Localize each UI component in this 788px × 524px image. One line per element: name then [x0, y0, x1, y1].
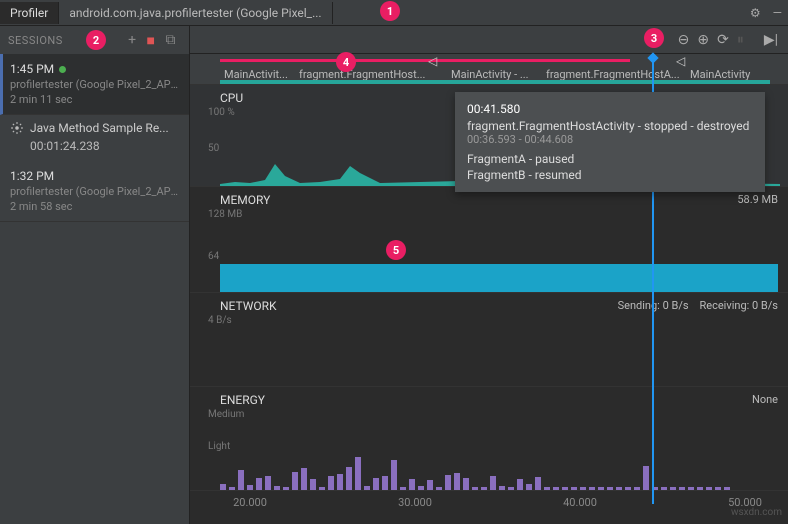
go-live-button[interactable]: ▶| — [764, 32, 778, 48]
add-session-button[interactable]: + — [123, 32, 141, 48]
zoom-fit-button[interactable]: ⟳ — [717, 32, 729, 48]
energy-y-medium: Medium — [208, 409, 244, 420]
memory-panel[interactable]: MEMORY 58.9 MB 128 MB 64 — [190, 186, 788, 292]
tooltip-fragment-b: FragmentB - resumed — [467, 168, 753, 182]
session-duration: 2 min 58 sec — [10, 200, 179, 213]
pause-button[interactable]: ⏸ — [737, 32, 744, 48]
time-tick-30: 30.000 — [398, 496, 432, 509]
back-triangle-icon: ◁ — [428, 54, 437, 68]
session-recording[interactable]: Java Method Sample Re... — [0, 115, 189, 141]
cpu-y-50: 50 — [208, 143, 219, 154]
callout-2: 2 — [86, 30, 106, 50]
session-item-1[interactable]: 1:32 PM profilertester (Google Pixel_2_A… — [0, 161, 189, 222]
tooltip-fragment-a: FragmentA - paused — [467, 152, 753, 166]
tooltip-range: 00:36.593 - 00:44.608 — [467, 133, 753, 146]
time-axis[interactable]: 20.000 30.000 40.000 50.000 — [190, 490, 788, 514]
minimize-icon[interactable]: — — [767, 2, 788, 24]
memory-y-128: 128 MB — [208, 209, 242, 220]
timeline-tooltip: 00:41.580 fragment.FragmentHostActivity … — [455, 92, 765, 192]
time-tick-20: 20.000 — [233, 496, 267, 509]
session-time: 1:45 PM — [10, 62, 54, 76]
time-tick-40: 40.000 — [563, 496, 597, 509]
energy-bars — [220, 448, 778, 490]
timeline-controls: ⊖ ⊕ ⟳ ⏸ ▶| — [190, 26, 788, 54]
energy-title: ENERGY — [220, 393, 265, 407]
expand-session-button[interactable]: ⧉ — [161, 32, 182, 48]
recording-time: 00:01:24.238 — [30, 139, 189, 161]
profiler-tab[interactable]: Profiler — [0, 2, 59, 24]
stop-session-button[interactable]: ■ — [142, 32, 161, 49]
network-receiving: Receiving: 0 B/s — [699, 299, 778, 312]
zoom-out-button[interactable]: ⊖ — [678, 32, 690, 48]
session-item-0[interactable]: 1:45 PM profilertester (Google Pixel_2_A… — [0, 54, 189, 115]
memory-area — [220, 264, 778, 292]
settings-gear-icon[interactable]: ⚙ — [744, 2, 767, 24]
memory-value: 58.9 MB — [737, 193, 778, 206]
back-triangle-icon: ◁ — [676, 54, 685, 68]
network-title: NETWORK — [220, 299, 277, 313]
memory-y-64: 64 — [208, 251, 219, 262]
session-subtitle: profilertester (Google Pixel_2_API... — [10, 78, 179, 91]
live-dot-icon — [59, 66, 66, 73]
energy-value: None — [752, 393, 778, 406]
session-time: 1:32 PM — [10, 169, 54, 183]
energy-panel[interactable]: ENERGY None Medium Light — [190, 386, 788, 490]
session-subtitle: profilertester (Google Pixel_2_API... — [10, 185, 179, 198]
tooltip-time: 00:41.580 — [467, 102, 753, 116]
activity-track[interactable]: ◁ ◁ MainActivit... fragment.FragmentHost… — [190, 54, 788, 84]
network-values: Sending: 0 B/s Receiving: 0 B/s — [618, 299, 778, 312]
network-panel[interactable]: NETWORK Sending: 0 B/s Receiving: 0 B/s … — [190, 292, 788, 386]
zoom-in-button[interactable]: ⊕ — [697, 32, 709, 48]
profiler-timeline: ⊖ ⊕ ⟳ ⏸ ▶| ◁ ◁ MainActivit... fragment.F… — [190, 26, 788, 524]
tooltip-activity: fragment.FragmentHostActivity - stopped … — [467, 119, 753, 133]
sessions-label: SESSIONS — [8, 34, 63, 47]
sessions-panel: SESSIONS + ■ ⧉ 1:45 PM profilertester (G… — [0, 26, 190, 524]
callout-5: 5 — [386, 240, 406, 260]
session-duration: 2 min 11 sec — [10, 93, 179, 106]
watermark: wsxdn.com — [731, 507, 782, 518]
recording-label: Java Method Sample Re... — [30, 121, 169, 135]
callout-4: 4 — [336, 52, 356, 72]
timeline-body: CPU 100 % 50 MEMORY 58.9 MB 128 MB 64 NE… — [190, 84, 788, 524]
callout-1: 1 — [380, 1, 400, 21]
callout-3: 3 — [644, 28, 664, 48]
main: SESSIONS + ■ ⧉ 1:45 PM profilertester (G… — [0, 26, 788, 524]
network-y-4: 4 B/s — [208, 315, 232, 326]
device-tab[interactable]: android.com.java.profilertester (Google … — [59, 2, 332, 24]
memory-title: MEMORY — [220, 193, 270, 207]
recording-gear-icon — [10, 121, 24, 135]
cpu-title: CPU — [220, 91, 243, 105]
